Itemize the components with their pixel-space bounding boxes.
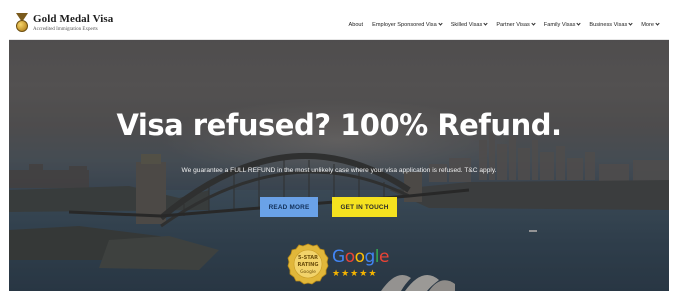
nav-item-about[interactable]: About	[348, 22, 363, 28]
star-icon: ★	[332, 268, 342, 278]
brand-name: Gold Medal Visa	[33, 13, 114, 25]
google-letter: e	[379, 247, 389, 267]
nav-item-skilled-visas[interactable]: Skilled Visas	[451, 21, 488, 28]
badge-line-1: 5-STAR	[298, 255, 318, 261]
badge-line-3: Google	[300, 269, 316, 275]
browser-viewport: Gold Medal Visa Accredited Immigration E…	[9, 9, 669, 291]
badge-line-2: RATING	[298, 262, 319, 268]
nav-item-partner-visas[interactable]: Partner Visas	[496, 21, 536, 28]
chevron-down-icon	[576, 21, 582, 26]
google-letter: o	[354, 247, 365, 267]
five-star-rating-badge: 5-STAR RATING Google	[287, 243, 329, 285]
gold-medal-icon	[15, 13, 29, 33]
chevron-down-icon	[483, 21, 488, 26]
star-icon: ★	[341, 268, 351, 278]
chevron-down-icon	[655, 21, 660, 26]
hero-subline: We guarantee a FULL REFUND in the most u…	[181, 167, 497, 174]
site-header: Gold Medal Visa Accredited Immigration E…	[9, 9, 669, 40]
get-in-touch-button[interactable]: GET IN TOUCH	[332, 197, 397, 217]
hero-banner: Visa refused? 100% Refund. We guarantee …	[9, 40, 669, 291]
chevron-down-icon	[628, 21, 633, 26]
nav-item-employer-sponsored-visa[interactable]: Employer Sponsored Visa	[372, 21, 443, 28]
google-letter: G	[332, 247, 345, 267]
star-icon: ★	[368, 268, 378, 278]
google-logo: Google	[332, 249, 389, 266]
brand-tagline: Accredited Immigration Experts	[33, 27, 98, 32]
star-icon: ★	[359, 268, 369, 278]
rating-stars: ★★★★★	[332, 268, 389, 279]
site-logo[interactable]: Gold Medal Visa Accredited Immigration E…	[15, 13, 113, 33]
nav-item-family-visas[interactable]: Family Visas	[544, 21, 582, 28]
chevron-down-icon	[531, 21, 536, 26]
google-letter: g	[364, 247, 376, 267]
nav-item-business-visas[interactable]: Business Visas	[589, 21, 633, 28]
main-nav: About Employer Sponsored Visa Skilled Vi…	[348, 9, 660, 40]
read-more-button[interactable]: READ MORE	[260, 197, 318, 217]
nav-item-more[interactable]: More	[641, 21, 660, 28]
hero-headline: Visa refused? 100% Refund.	[116, 108, 562, 142]
chevron-down-icon	[438, 21, 443, 26]
google-rating: Google ★★★★★	[332, 249, 389, 279]
star-icon: ★	[350, 268, 360, 278]
google-letter: o	[344, 247, 355, 267]
